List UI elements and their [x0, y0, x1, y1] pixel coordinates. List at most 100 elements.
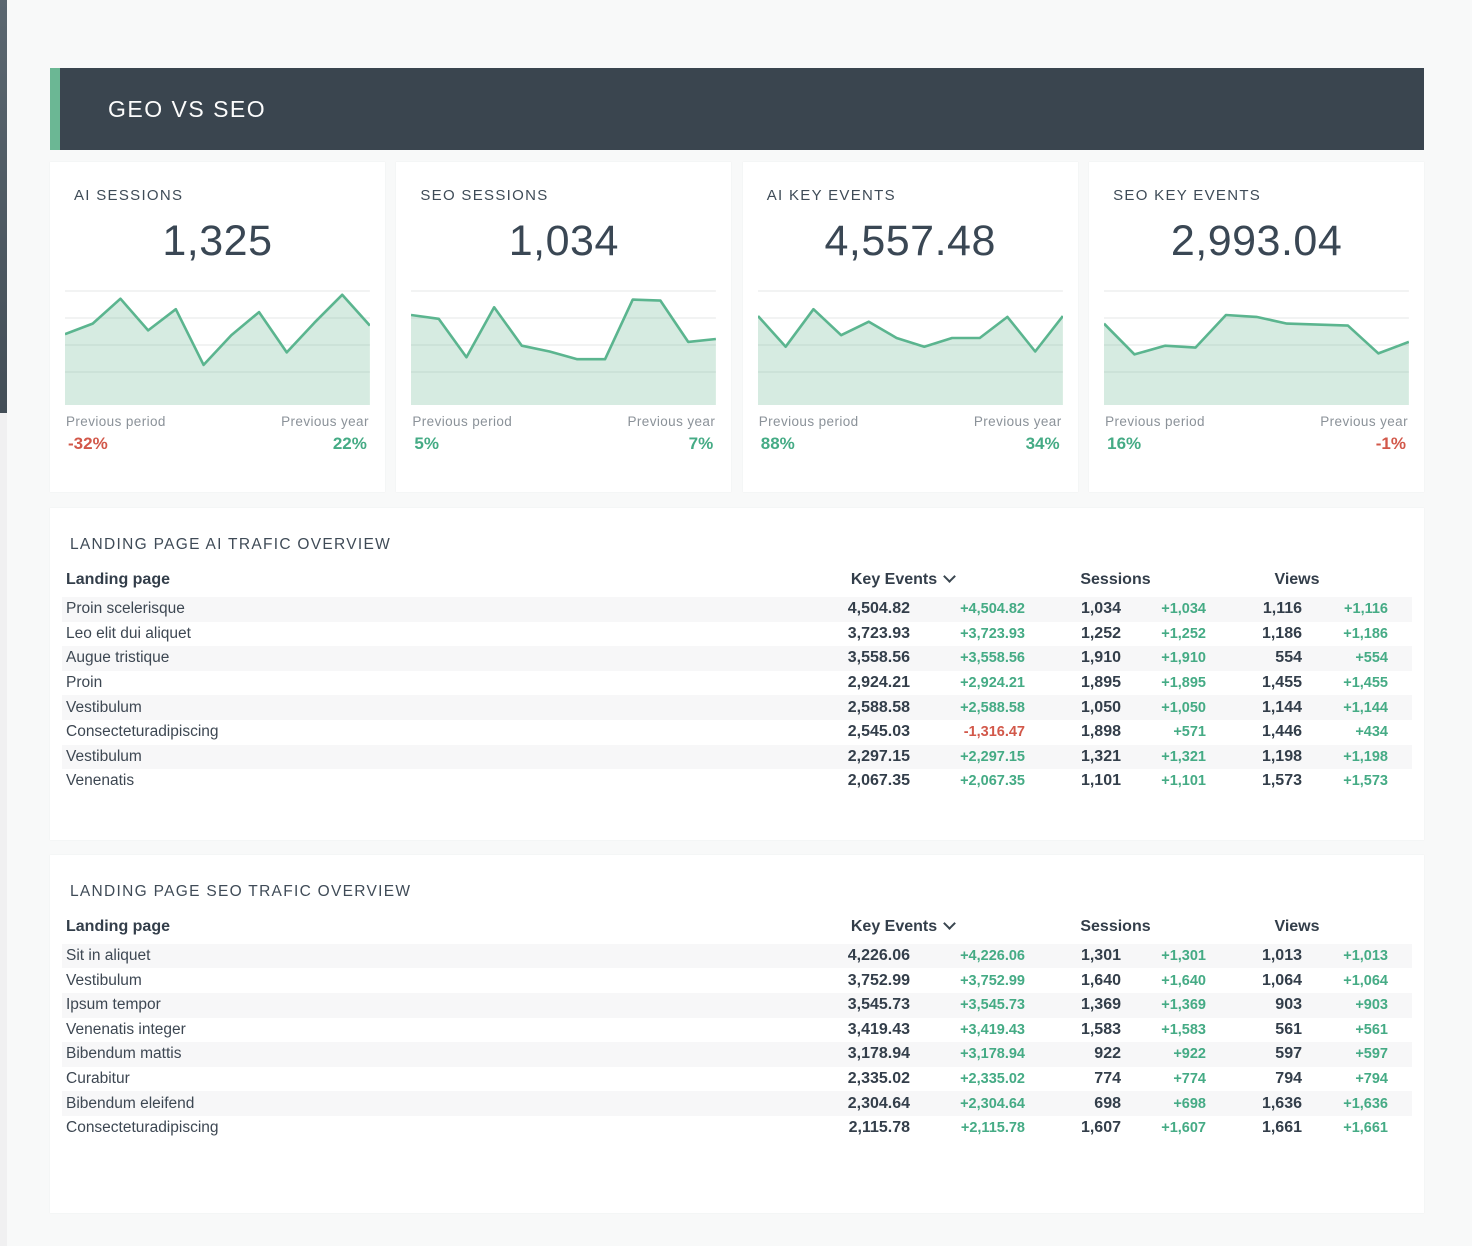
views-value-cell: 1,446 [1206, 723, 1302, 741]
kpi-card-ai-key-events: AI KEY EVENTS 4,557.48 Previous period P… [743, 162, 1078, 492]
kpi-value: 4,557.48 [758, 218, 1063, 265]
key-events-delta-cell: -1,316.47 [910, 724, 1025, 740]
col-header-views[interactable]: Views [1206, 918, 1388, 936]
views-delta-cell: +597 [1302, 1046, 1388, 1062]
key-events-delta-cell: +2,588.58 [910, 700, 1025, 716]
prev-year-value: -1% [1376, 434, 1406, 454]
sessions-delta-cell: +698 [1121, 1096, 1206, 1112]
sessions-value-cell: 1,252 [1025, 625, 1121, 643]
key-events-delta-cell: +3,558.56 [910, 650, 1025, 666]
views-delta-cell: +794 [1302, 1071, 1388, 1087]
sessions-value-cell: 1,583 [1025, 1021, 1121, 1039]
kpi-value: 1,034 [411, 218, 716, 265]
window-edge-strip [0, 0, 7, 413]
views-value-cell: 1,573 [1206, 772, 1302, 790]
views-value-cell: 1,064 [1206, 972, 1302, 990]
key-events-value-cell: 3,545.73 [780, 996, 910, 1014]
table-row: Ipsum tempor3,545.73+3,545.731,369+1,369… [62, 993, 1412, 1018]
ai-sessions-sparkline [65, 285, 370, 405]
table-row: Curabitur2,335.02+2,335.02774+774794+794 [62, 1067, 1412, 1092]
sessions-value-cell: 1,301 [1025, 947, 1121, 965]
col-header-key-events[interactable]: Key Events [780, 571, 1025, 589]
key-events-value-cell: 2,067.35 [780, 772, 910, 790]
key-events-delta-cell: +3,723.93 [910, 626, 1025, 642]
col-header-key-events[interactable]: Key Events [780, 918, 1025, 936]
sessions-delta-cell: +1,034 [1121, 601, 1206, 617]
views-delta-cell: +1,144 [1302, 700, 1388, 716]
kpi-label: AI SESSIONS [65, 162, 370, 204]
views-delta-cell: +903 [1302, 997, 1388, 1013]
table-row: Consecteturadipiscing2,545.03-1,316.471,… [62, 720, 1412, 745]
views-value-cell: 1,636 [1206, 1095, 1302, 1113]
landing-page-cell: Vestibulum [62, 972, 780, 990]
table-row: Vestibulum2,297.15+2,297.151,321+1,3211,… [62, 745, 1412, 770]
table-row: Bibendum eleifend2,304.64+2,304.64698+69… [62, 1091, 1412, 1116]
ai-table-title: LANDING PAGE AI TRAFIC OVERVIEW [70, 536, 1412, 554]
key-events-delta-cell: +3,178.94 [910, 1046, 1025, 1062]
table-row: Venenatis integer3,419.43+3,419.431,583+… [62, 1018, 1412, 1043]
views-delta-cell: +1,661 [1302, 1120, 1388, 1136]
table-row: Consecteturadipiscing2,115.78+2,115.781,… [62, 1116, 1412, 1141]
views-delta-cell: +1,013 [1302, 948, 1388, 964]
prev-period-label: Previous period [66, 414, 166, 429]
kpi-label: SEO SESSIONS [411, 162, 716, 204]
views-value-cell: 1,455 [1206, 674, 1302, 692]
kpi-label: SEO KEY EVENTS [1104, 162, 1409, 204]
key-events-value-cell: 2,924.21 [780, 674, 910, 692]
landing-page-cell: Curabitur [62, 1070, 780, 1088]
sessions-delta-cell: +922 [1121, 1046, 1206, 1062]
sessions-delta-cell: +1,910 [1121, 650, 1206, 666]
landing-page-cell: Bibendum mattis [62, 1045, 780, 1063]
col-header-views[interactable]: Views [1206, 571, 1388, 589]
landing-page-cell: Augue tristique [62, 649, 780, 667]
col-header-landing-page: Landing page [62, 918, 780, 936]
landing-page-cell: Consecteturadipiscing [62, 723, 780, 741]
table-row: Leo elit dui aliquet3,723.93+3,723.931,2… [62, 622, 1412, 647]
landing-page-cell: Vestibulum [62, 748, 780, 766]
views-delta-cell: +561 [1302, 1022, 1388, 1038]
landing-page-cell: Leo elit dui aliquet [62, 625, 780, 643]
key-events-value-cell: 2,304.64 [780, 1095, 910, 1113]
sessions-delta-cell: +1,101 [1121, 773, 1206, 789]
window-edge-strip-lower [0, 413, 7, 1246]
ai-table-body: Proin scelerisque4,504.82+4,504.821,034+… [62, 597, 1412, 794]
sessions-value-cell: 1,895 [1025, 674, 1121, 692]
sessions-value-cell: 774 [1025, 1070, 1121, 1088]
prev-period-label: Previous period [412, 414, 512, 429]
prev-period-value: -32% [68, 434, 108, 454]
sessions-delta-cell: +1,301 [1121, 948, 1206, 964]
views-value-cell: 1,186 [1206, 625, 1302, 643]
table-row: Vestibulum3,752.99+3,752.991,640+1,6401,… [62, 968, 1412, 993]
views-value-cell: 1,144 [1206, 699, 1302, 717]
col-header-sessions[interactable]: Sessions [1025, 571, 1206, 589]
prev-period-label: Previous period [1105, 414, 1205, 429]
views-delta-cell: +1,636 [1302, 1096, 1388, 1112]
key-events-delta-cell: +4,504.82 [910, 601, 1025, 617]
key-events-value-cell: 3,178.94 [780, 1045, 910, 1063]
views-value-cell: 1,116 [1206, 600, 1302, 618]
table-row: Augue tristique3,558.56+3,558.561,910+1,… [62, 646, 1412, 671]
kpi-value: 2,993.04 [1104, 218, 1409, 265]
sessions-delta-cell: +1,607 [1121, 1120, 1206, 1136]
page-title: GEO VS SEO [108, 96, 266, 123]
sessions-value-cell: 1,898 [1025, 723, 1121, 741]
seo-table-title: LANDING PAGE SEO TRAFIC OVERVIEW [70, 883, 1412, 901]
key-events-value-cell: 4,504.82 [780, 600, 910, 618]
sessions-delta-cell: +1,369 [1121, 997, 1206, 1013]
key-events-value-cell: 2,545.03 [780, 723, 910, 741]
prev-period-value: 5% [414, 434, 439, 454]
col-header-sessions[interactable]: Sessions [1025, 918, 1206, 936]
sessions-delta-cell: +1,050 [1121, 700, 1206, 716]
key-events-delta-cell: +3,545.73 [910, 997, 1025, 1013]
chevron-down-icon [943, 917, 956, 930]
table-header-row: Landing page Key Events Sessions Views [62, 571, 1412, 589]
ai-key-events-sparkline [758, 285, 1063, 405]
sessions-value-cell: 1,369 [1025, 996, 1121, 1014]
views-delta-cell: +554 [1302, 650, 1388, 666]
views-delta-cell: +1,573 [1302, 773, 1388, 789]
table-row: Sit in aliquet4,226.06+4,226.061,301+1,3… [62, 944, 1412, 969]
prev-year-value: 34% [1026, 434, 1060, 454]
views-delta-cell: +1,455 [1302, 675, 1388, 691]
sessions-delta-cell: +774 [1121, 1071, 1206, 1087]
key-events-delta-cell: +3,419.43 [910, 1022, 1025, 1038]
